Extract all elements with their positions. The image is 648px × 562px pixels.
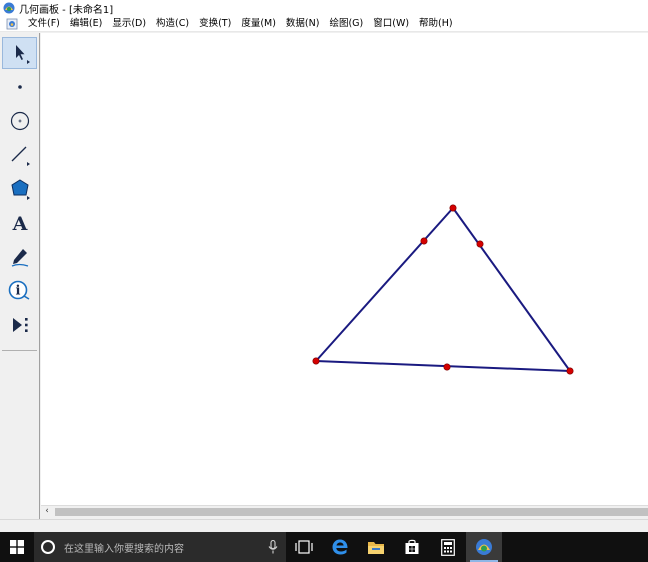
windows-taskbar: 在这里输入你要搜索的内容: [0, 532, 648, 562]
menu-construct[interactable]: 构造(C): [151, 16, 194, 32]
taskbar-search[interactable]: 在这里输入你要搜索的内容: [34, 532, 286, 562]
tool-straightedge[interactable]: [2, 139, 37, 171]
document-icon[interactable]: [6, 18, 18, 30]
tool-information[interactable]: i: [2, 275, 37, 307]
toolbox-separator: [2, 350, 37, 351]
text-tool-letter: A: [11, 213, 27, 234]
menu-display[interactable]: 显示(D): [107, 16, 151, 32]
store-button[interactable]: [394, 532, 430, 562]
folder-icon: [368, 541, 384, 554]
segment-top-left[interactable]: [315, 207, 454, 362]
title-bar: 几何画板 - [未命名1]: [0, 0, 648, 16]
menu-graph[interactable]: 绘图(G): [324, 16, 368, 32]
tool-custom[interactable]: [2, 309, 37, 341]
scroll-thumb[interactable]: [55, 508, 648, 516]
sketchpad-taskbar-button[interactable]: [466, 532, 502, 562]
tool-selection-arrow[interactable]: [2, 37, 37, 69]
sketch-drawing[interactable]: [41, 33, 648, 505]
cortana-icon: [41, 540, 55, 554]
vertex-right[interactable]: [566, 367, 574, 375]
file-explorer-button[interactable]: [358, 532, 394, 562]
tool-text[interactable]: A: [2, 207, 37, 239]
menu-file[interactable]: 文件(F): [23, 16, 65, 32]
windows-logo-icon: [10, 540, 24, 554]
calculator-button[interactable]: [430, 532, 466, 562]
segment-top-right[interactable]: [452, 207, 571, 372]
toolbox: A i: [0, 33, 40, 519]
tool-compass[interactable]: [2, 105, 37, 137]
vertex-left[interactable]: [312, 357, 320, 365]
menu-window[interactable]: 窗口(W): [368, 16, 414, 32]
custom-tool-icon: [12, 318, 28, 332]
menu-bar: 文件(F) 编辑(E) 显示(D) 构造(C) 变换(T) 度量(M) 数据(N…: [0, 16, 648, 32]
point-on-left-side[interactable]: [420, 237, 428, 245]
triangle-segments: [315, 207, 571, 372]
menu-edit[interactable]: 编辑(E): [65, 16, 107, 32]
menu-transform[interactable]: 变换(T): [194, 16, 236, 32]
point-icon: [17, 85, 22, 89]
polygon-icon: [10, 179, 30, 200]
tool-polygon[interactable]: [2, 173, 37, 205]
microphone-icon[interactable]: [268, 540, 278, 554]
triangle-points: [312, 204, 574, 375]
text-icon: A: [11, 213, 27, 234]
status-bar: [0, 519, 648, 532]
menu-help[interactable]: 帮助(H): [414, 16, 458, 32]
calculator-icon: [441, 538, 455, 556]
horizontal-scrollbar[interactable]: ‹: [41, 505, 648, 517]
info-tool-letter: i: [15, 284, 20, 299]
tool-point[interactable]: [2, 71, 37, 103]
marker-icon: [11, 249, 28, 267]
point-on-bottom-side[interactable]: [443, 363, 451, 371]
sketchpad-window: 几何画板 - [未命名1] 文件(F) 编辑(E) 显示(D) 构造(C) 变换…: [0, 0, 648, 532]
menu-measure[interactable]: 度量(M): [236, 16, 281, 32]
info-icon: i: [8, 280, 29, 300]
sketch-canvas[interactable]: [41, 33, 648, 505]
segment-icon: [11, 146, 30, 166]
task-view-button[interactable]: [286, 532, 322, 562]
tool-marker[interactable]: [2, 241, 37, 273]
task-view-icon: [295, 540, 313, 554]
point-on-right-side[interactable]: [476, 240, 484, 248]
store-icon: [405, 539, 419, 554]
edge-button[interactable]: [322, 532, 358, 562]
menu-data[interactable]: 数据(N): [281, 16, 325, 32]
segment-bottom[interactable]: [315, 360, 571, 372]
window-title: 几何画板 - [未命名1]: [19, 4, 114, 16]
start-button[interactable]: [0, 532, 34, 562]
app-logo-icon: [3, 2, 15, 14]
sketchpad-logo-icon: [476, 539, 492, 555]
vertex-top[interactable]: [449, 204, 457, 212]
scroll-left-icon[interactable]: ‹: [41, 506, 53, 518]
arrow-icon: [15, 45, 30, 64]
edge-icon: [332, 539, 348, 555]
circle-icon: [10, 111, 29, 131]
search-placeholder: 在这里输入你要搜索的内容: [64, 543, 184, 555]
